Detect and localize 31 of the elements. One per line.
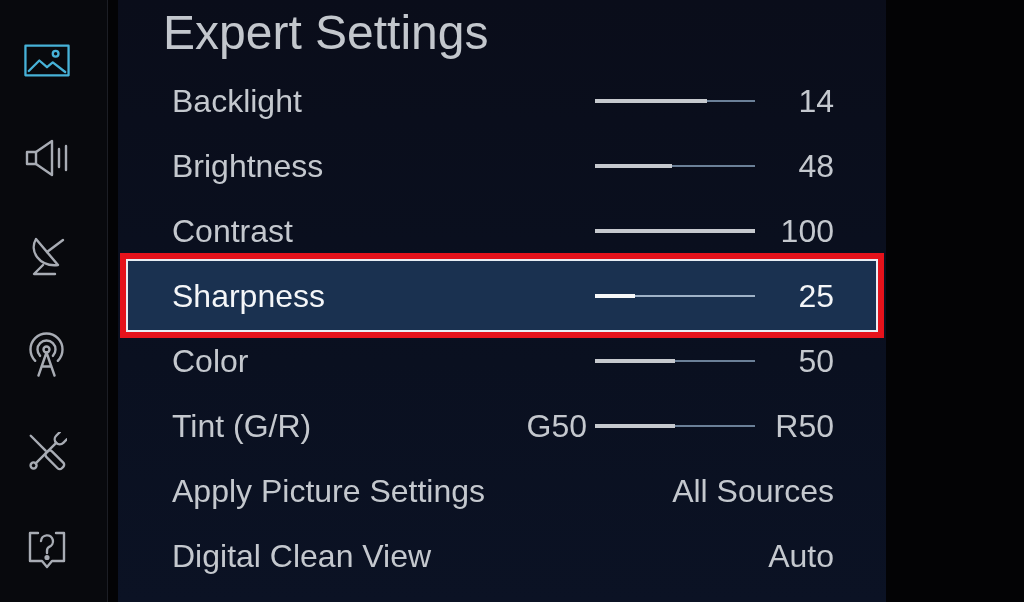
setting-value: Auto <box>768 536 834 575</box>
settings-row[interactable]: Tint (G/R) G50 R50 <box>120 403 884 448</box>
setting-value: G50 <box>526 406 587 445</box>
setting-value: 48 <box>797 146 834 185</box>
setting-label: Tint (G/R) <box>172 406 313 445</box>
help-icon[interactable] <box>26 530 67 570</box>
settings-row[interactable]: Apply Picture Settings All Sources <box>120 468 884 513</box>
page-title: Expert Settings <box>163 5 489 61</box>
settings-row[interactable]: Backlight 14 <box>120 78 884 123</box>
settings-row[interactable]: Sharpness 25 <box>120 253 884 338</box>
setting-value: 50 <box>797 341 834 380</box>
setting-value: 14 <box>797 81 834 120</box>
setting-label: Contrast <box>172 211 294 250</box>
tools-icon[interactable] <box>26 432 67 472</box>
setting-value: All Sources <box>672 471 834 510</box>
setting-value: 100 <box>779 211 834 250</box>
speaker-icon[interactable] <box>24 138 69 178</box>
setting-value: R50 <box>774 406 834 445</box>
image-icon[interactable] <box>23 43 70 77</box>
settings-row[interactable]: Brightness 48 <box>120 143 884 188</box>
setting-label: Brightness <box>172 146 325 185</box>
settings-row[interactable]: Digital Clean View Auto <box>120 533 884 578</box>
setting-value: 25 <box>797 276 834 315</box>
setting-label: Apply Picture Settings <box>172 471 487 510</box>
setting-label: Digital Clean View <box>172 536 433 575</box>
setting-label: Color <box>172 341 250 380</box>
settings-row[interactable]: Color 50 <box>120 338 884 383</box>
settings-row[interactable]: Contrast 100 <box>120 208 884 253</box>
setting-label: Sharpness <box>172 276 326 315</box>
setting-label: Backlight <box>172 81 303 120</box>
antenna-tower-icon[interactable] <box>29 331 64 377</box>
